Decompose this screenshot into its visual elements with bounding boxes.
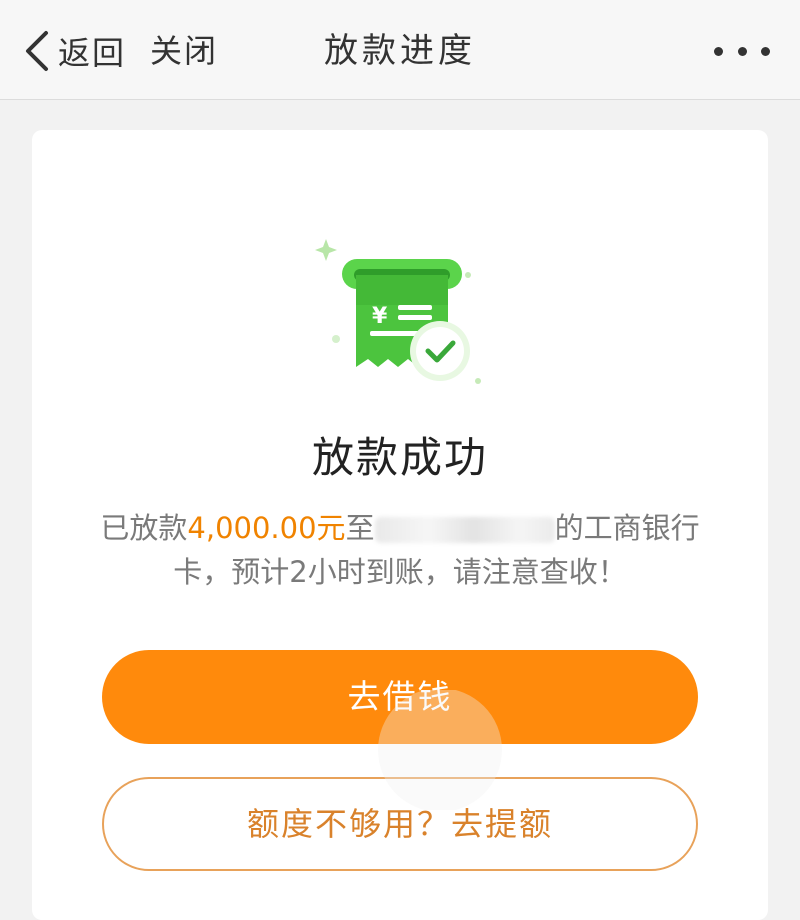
desc-line2: 卡，预计2小时到账，请注意查收！ [173, 555, 627, 589]
page-title: 放款进度 [324, 31, 476, 71]
more-dots-icon [714, 46, 723, 56]
top-nav-bar: 返回 关闭 放款进度 [0, 0, 800, 100]
desc-to: 至 [345, 511, 375, 545]
raise-limit-button[interactable]: 额度不够用？去提额 [102, 777, 698, 871]
more-button[interactable] [714, 36, 770, 66]
loan-amount: 4,000.00元 [187, 511, 346, 545]
status-title: 放款成功 [311, 433, 488, 482]
desc-prefix: 已放款 [100, 511, 188, 545]
status-description: 已放款4,000.00元至 的工商银行 卡，预计2小时到账，请注意查收！ [60, 506, 740, 594]
more-dots-icon [737, 46, 747, 56]
borrow-button[interactable]: 去借钱 [102, 650, 698, 744]
more-dots-icon [761, 46, 770, 56]
masked-card-info [374, 517, 555, 543]
svg-text:¥: ¥ [372, 304, 388, 329]
desc-suffix: 的工商银行 [554, 511, 700, 545]
receipt-success-icon: ¥ [315, 239, 481, 384]
